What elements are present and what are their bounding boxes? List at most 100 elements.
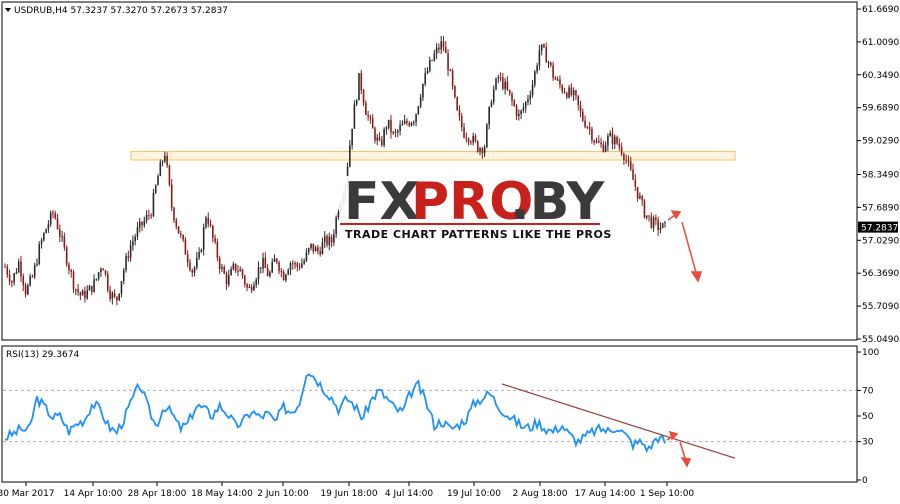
candle-body	[520, 110, 522, 114]
candle-body	[298, 266, 301, 268]
candle-body	[481, 148, 484, 154]
candle-body	[390, 119, 392, 133]
candle-body	[426, 70, 429, 74]
candle-body	[492, 89, 495, 103]
candle-body	[253, 285, 255, 291]
candle-body	[371, 118, 374, 129]
candle-body	[145, 214, 148, 221]
candle-body	[275, 258, 278, 263]
candle-body	[84, 290, 86, 299]
rsi-tick-label: 0	[862, 476, 868, 486]
candle-body	[648, 215, 650, 217]
candle-body	[326, 235, 328, 246]
candle-body	[328, 236, 331, 246]
watermark-tagline: TRADE CHART PATTERNS LIKE THE PROS	[345, 228, 612, 241]
candle-body	[8, 274, 11, 282]
candle-body	[148, 214, 150, 216]
time-axis: 30 Mar 2017 14 Apr 10:00 28 Apr 18:00 18 Ma…	[0, 481, 857, 499]
candle-body	[20, 261, 22, 277]
candle-body	[186, 254, 189, 263]
candle-body	[136, 227, 139, 237]
candle-body	[547, 62, 550, 64]
candle-body	[588, 127, 591, 130]
candle-body	[4, 266, 6, 268]
candle-body	[333, 234, 335, 243]
candle-body	[577, 95, 580, 106]
candle-body	[223, 267, 226, 274]
candle-body	[550, 62, 552, 66]
candle-body	[499, 77, 502, 79]
candle-body	[476, 140, 479, 152]
candle-body	[659, 228, 662, 230]
candle-body	[424, 73, 427, 84]
candle-body	[54, 213, 57, 219]
candle-body	[225, 273, 228, 285]
candle-body	[486, 124, 488, 148]
candle-body	[392, 132, 395, 134]
candle-body	[451, 70, 454, 86]
candle-body	[90, 285, 93, 292]
candle-body	[556, 79, 559, 81]
candle-body	[636, 186, 639, 199]
candle-body	[182, 234, 184, 240]
candle-body	[214, 238, 216, 243]
candle-body	[150, 215, 152, 217]
candle-body	[191, 270, 194, 273]
candle-body	[417, 106, 420, 115]
candle-body	[607, 136, 609, 146]
candle-body	[257, 267, 260, 280]
candle-body	[264, 257, 267, 268]
candle-body	[269, 272, 271, 277]
candle-body	[271, 261, 273, 273]
candle-body	[460, 116, 463, 128]
candle-body	[289, 263, 292, 271]
candle-body	[40, 240, 43, 245]
candle-body	[467, 138, 470, 142]
candle-body	[470, 141, 472, 143]
candle-body	[243, 275, 246, 285]
candle-body	[387, 119, 390, 128]
candle-body	[317, 247, 319, 252]
candle-body	[438, 47, 440, 50]
candle-body	[49, 212, 52, 225]
candle-body	[93, 279, 95, 292]
candle-body	[353, 104, 356, 129]
candle-body	[250, 287, 253, 291]
candle-body	[63, 236, 66, 248]
candle-body	[177, 226, 180, 234]
candle-body	[474, 135, 477, 141]
candle-body	[33, 265, 36, 277]
candle-body	[597, 140, 600, 143]
candle-body	[444, 47, 447, 54]
candle-body	[383, 129, 385, 146]
candle-body	[205, 217, 207, 228]
candle-body	[495, 78, 497, 90]
symbol-header: USDRUB,H4 57.3237 57.3270 57.2673 57.283…	[14, 6, 228, 16]
candle-body	[301, 263, 303, 268]
time-tick-label: 18 May 14:00	[191, 489, 253, 499]
candle-body	[540, 44, 543, 51]
price-tick-label: 59.0290	[862, 137, 899, 147]
candle-body	[212, 225, 214, 239]
candle-body	[138, 221, 141, 228]
candle-body	[175, 220, 178, 227]
candle-body	[422, 83, 424, 98]
candle-body	[408, 123, 411, 126]
candle-body	[207, 217, 210, 224]
candle-body	[65, 247, 68, 265]
candle-body	[305, 252, 308, 261]
candle-body	[595, 140, 598, 143]
candle-body	[419, 97, 422, 107]
candle-body	[109, 290, 111, 299]
candle-body	[351, 128, 353, 146]
candle-body	[378, 137, 381, 140]
candle-body	[442, 41, 445, 48]
candle-body	[116, 296, 118, 301]
candle-body	[650, 216, 653, 228]
price-tick-label: 56.3690	[862, 269, 899, 279]
price-tick-label: 57.0290	[862, 236, 899, 246]
candle-body	[36, 263, 38, 266]
candle-body	[586, 127, 589, 129]
price-tick-label: 55.7090	[862, 302, 899, 312]
candle-body	[365, 103, 367, 116]
